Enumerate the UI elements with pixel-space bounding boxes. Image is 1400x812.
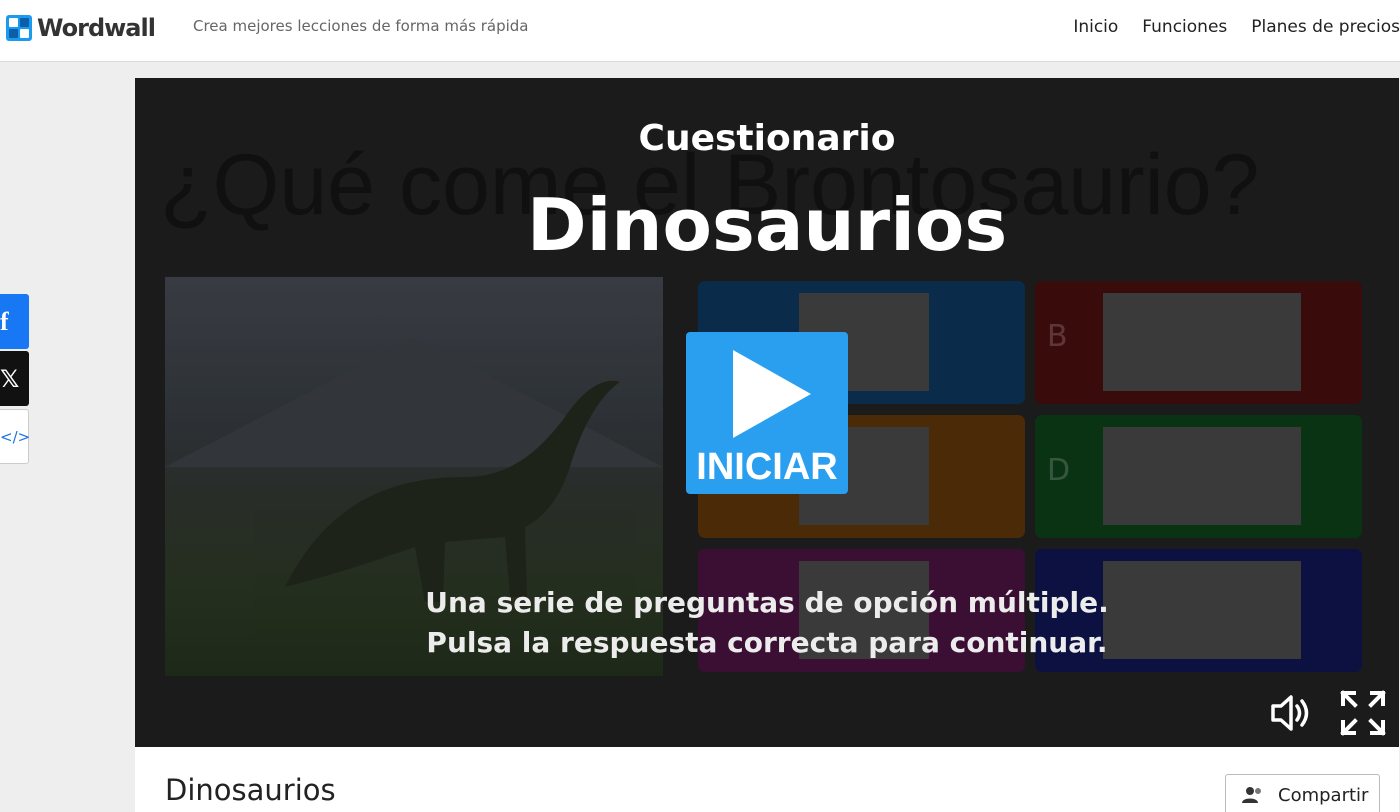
- activity-description: Una serie de preguntas de opción múltipl…: [135, 583, 1399, 663]
- play-icon: [733, 350, 811, 438]
- start-button[interactable]: INICIAR: [686, 332, 848, 494]
- brontosaurus-silhouette: [285, 380, 620, 602]
- description-line-2: Pulsa la respuesta correcta para continu…: [426, 626, 1108, 659]
- wordwall-logo[interactable]: Wordwall: [6, 14, 156, 42]
- nav-inicio[interactable]: Inicio: [1073, 17, 1118, 37]
- tagline: Crea mejores lecciones de forma más rápi…: [193, 17, 529, 35]
- start-button-label: INICIAR: [696, 446, 838, 488]
- facebook-icon: f: [0, 306, 9, 336]
- sound-icon[interactable]: [1269, 690, 1315, 736]
- fullscreen-icon[interactable]: [1340, 690, 1386, 736]
- logo-text: Wordwall: [37, 14, 156, 42]
- main-nav: Inicio Funciones Planes de precios: [1049, 17, 1400, 37]
- embed-icon: </>: [0, 427, 31, 446]
- users-icon: [1242, 787, 1261, 803]
- share-button-label: Compartir: [1278, 784, 1369, 806]
- embed-button[interactable]: </>: [0, 409, 31, 464]
- activity-title: Dinosaurios: [165, 773, 336, 807]
- answer-tile-b: B: [1035, 281, 1362, 404]
- nav-planes-de-precios[interactable]: Planes de precios: [1251, 17, 1400, 37]
- answer-letter-b: B: [1047, 319, 1068, 354]
- activity-info: Dinosaurios Compartir: [135, 747, 1399, 812]
- activity-player: ¿Qué come el Brontosaurio? B D Cuestiona…: [135, 78, 1399, 747]
- template-name: Cuestionario: [638, 118, 896, 159]
- share-button[interactable]: Compartir: [1225, 774, 1380, 812]
- x-icon: 𝕏: [0, 364, 20, 393]
- description-line-1: Una serie de preguntas de opción múltipl…: [425, 586, 1109, 619]
- bananas-image: [1103, 293, 1301, 391]
- nav-funciones[interactable]: Funciones: [1142, 17, 1227, 37]
- apple-image: [1103, 427, 1301, 525]
- activity-title-overlay: Dinosaurios: [526, 183, 1008, 267]
- answer-letter-d: D: [1047, 453, 1071, 488]
- x-share-button[interactable]: 𝕏: [0, 351, 29, 406]
- facebook-share-button[interactable]: f: [0, 294, 29, 349]
- logo-mark-icon: [6, 15, 32, 41]
- answer-tile-d: D: [1035, 415, 1362, 538]
- top-bar: Wordwall Crea mejores lecciones de forma…: [0, 0, 1400, 62]
